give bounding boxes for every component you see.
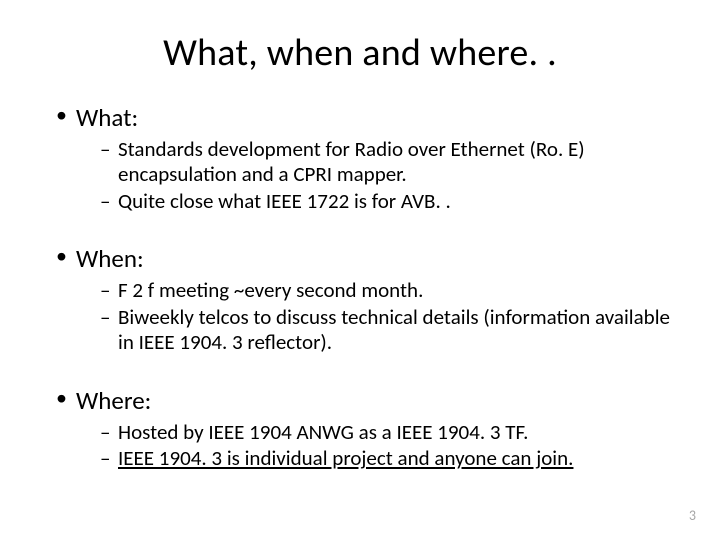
slide-title: What, when and where. . (40, 30, 680, 76)
section-label: Where: (56, 385, 680, 416)
section-items: Standards development for Radio over Eth… (56, 137, 680, 213)
section-label: What: (56, 102, 680, 133)
slide: What, when and where. . What: Standards … (0, 0, 720, 540)
list-item: IEEE 1904. 3 is individual project and a… (100, 446, 680, 471)
section-when: When: F 2 f meeting ~every second month.… (56, 243, 680, 354)
section-items: Hosted by IEEE 1904 ANWG as a IEEE 1904.… (56, 420, 680, 472)
list-item: Quite close what IEEE 1722 is for AVB. . (100, 189, 680, 214)
section-where: Where: Hosted by IEEE 1904 ANWG as a IEE… (56, 385, 680, 472)
section-items: F 2 f meeting ~every second month. Biwee… (56, 278, 680, 354)
content-list: What: Standards development for Radio ov… (40, 102, 680, 471)
list-item: Standards development for Radio over Eth… (100, 137, 680, 187)
section-label: When: (56, 243, 680, 274)
list-item: F 2 f meeting ~every second month. (100, 278, 680, 303)
list-item: Biweekly telcos to discuss technical det… (100, 305, 680, 355)
section-what: What: Standards development for Radio ov… (56, 102, 680, 213)
page-number: 3 (689, 507, 696, 524)
list-item: Hosted by IEEE 1904 ANWG as a IEEE 1904.… (100, 420, 680, 445)
